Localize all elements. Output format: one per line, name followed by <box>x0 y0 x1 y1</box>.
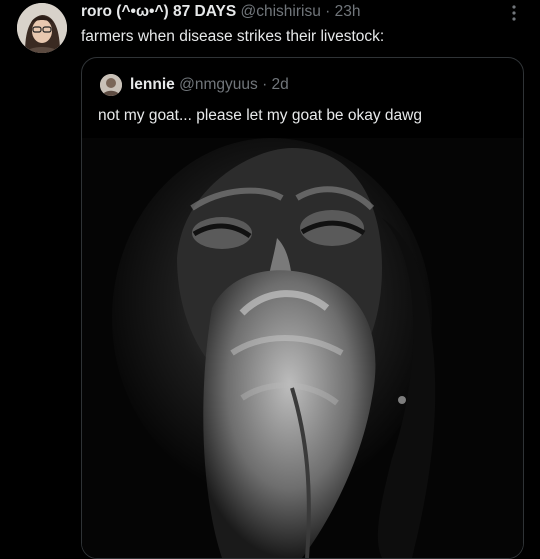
author-name[interactable]: roro (^•ω•^) 87 DAYS <box>81 3 236 20</box>
avatar-image <box>17 3 67 53</box>
quoted-separator-dot: · <box>262 76 268 93</box>
quoted-post-time[interactable]: 2d <box>272 76 289 93</box>
more-vertical-icon[interactable] <box>506 3 522 23</box>
tweet: roro (^•ω•^) 87 DAYS @chishirisu · 23h f… <box>0 0 540 559</box>
quoted-tweet[interactable]: lennie @nmgyuus · 2d not my goat... plea… <box>81 57 524 559</box>
quoted-author-avatar[interactable] <box>100 74 122 96</box>
tweet-text: farmers when disease strikes their lives… <box>81 28 385 45</box>
author-handle[interactable]: @chishirisu <box>241 3 321 20</box>
crying-face-photo <box>82 138 523 558</box>
quoted-tweet-text: not my goat... please let my goat be oka… <box>98 107 422 124</box>
quoted-tweet-header: lennie @nmgyuus · 2d <box>130 75 289 95</box>
separator-dot: · <box>325 3 331 20</box>
quoted-avatar-image <box>100 74 122 96</box>
quoted-media-image[interactable] <box>82 138 523 558</box>
quoted-author-handle[interactable]: @nmgyuus <box>179 76 258 93</box>
author-avatar[interactable] <box>17 3 67 53</box>
quoted-author-name[interactable]: lennie <box>130 76 175 93</box>
tweet-header: roro (^•ω•^) 87 DAYS @chishirisu · 23h <box>81 2 361 22</box>
post-time[interactable]: 23h <box>335 3 361 20</box>
